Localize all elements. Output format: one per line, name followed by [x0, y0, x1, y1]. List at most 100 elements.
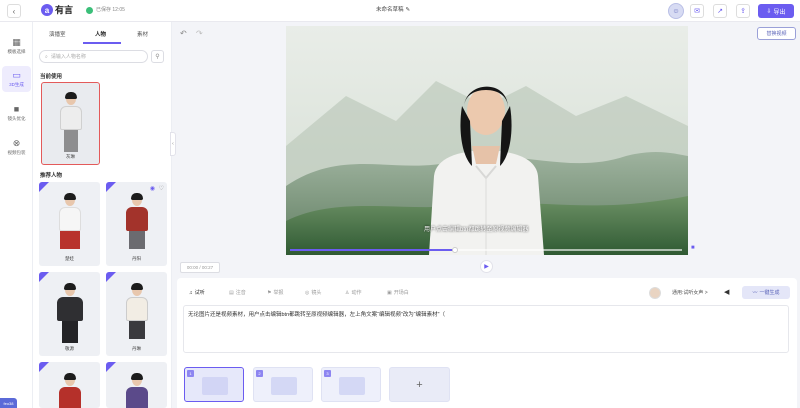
subtitle-text[interactable]: 用户点击编辑btn都跳转至原视频编辑器 [424, 224, 528, 233]
recommend-section-title: 推荐人物 [40, 173, 63, 179]
tool-listen[interactable]: ♫ 试听 [189, 289, 205, 297]
export-button[interactable]: ⇩ 导出 [758, 4, 794, 18]
vip-badge [39, 362, 49, 372]
headphone-icon: ♫ [189, 289, 193, 296]
mail-icon[interactable]: ✉ [690, 4, 704, 18]
saved-check-icon [86, 7, 93, 14]
tool-report[interactable]: ⚑ 举报 [267, 289, 284, 297]
panel-collapse-handle[interactable]: ‹ [170, 132, 176, 156]
timecode: 00:00 / 00:27 [180, 262, 220, 273]
scene-number: 2 [256, 370, 263, 377]
progress-handle[interactable] [451, 247, 458, 253]
rail-item-3d[interactable]: ▭ 3D生成 [2, 66, 31, 92]
vip-badge [106, 362, 116, 372]
generate-button[interactable]: 〰一键生成 [742, 286, 790, 299]
camera-icon[interactable]: ■ [691, 245, 695, 251]
scene-preview-image [339, 377, 365, 395]
person-card[interactable] [39, 362, 100, 408]
tab-underline [83, 42, 121, 44]
rail-label: 3D生成 [9, 81, 24, 87]
progress-fill [290, 249, 455, 251]
camera-icon: ■ [13, 103, 20, 114]
tool-action[interactable]: ♙ 动作 [345, 289, 362, 297]
filter-button[interactable]: ⚲ [151, 50, 164, 63]
rail-label: 模板选择 [7, 48, 26, 54]
draft-title-text: 未命名草稿 [376, 7, 404, 13]
person-card[interactable]: 楚娃 [39, 182, 100, 266]
scene-preview-image [271, 377, 297, 395]
play-icon: ▶ [484, 264, 489, 270]
export-icon: ⇩ [766, 8, 772, 15]
filter-icon: ⚲ [155, 54, 160, 60]
scene-preview-image [202, 377, 228, 395]
play-button[interactable]: ▶ [480, 260, 493, 273]
logo-text: 有言 [55, 5, 74, 15]
user-avatar[interactable]: ☺ [668, 3, 684, 19]
tool-camera[interactable]: ◎ 镜头 [305, 289, 322, 297]
tool-label: 镜头 [311, 290, 322, 296]
rail-item-camera[interactable]: ■ 镜头优化 [2, 100, 31, 126]
favorite-icon[interactable]: ♡ [159, 185, 164, 192]
generate-label: 一键生成 [759, 290, 780, 296]
rail-item-template[interactable]: ▦ 模板选择 [2, 33, 31, 59]
export-label: 导出 [773, 9, 786, 16]
draft-title[interactable]: 未命名草稿 ✎ [376, 6, 410, 15]
search-icon: ⌕ [45, 53, 48, 60]
tab-materials[interactable]: 素材 [137, 30, 148, 38]
video-preview[interactable] [286, 26, 688, 255]
back-button[interactable]: ‹ [7, 4, 21, 18]
scene-thumb-2[interactable]: 2 [253, 367, 313, 402]
vip-badge [106, 272, 116, 282]
save-status: 已保存 12:05 [96, 7, 125, 13]
chevron-left-icon: ‹ [172, 141, 174, 147]
package-icon: ⊗ [12, 137, 21, 148]
redo-icon[interactable]: ↷ [196, 29, 203, 38]
scene-number: 1 [187, 370, 194, 377]
rail-label: 视频包装 [7, 149, 26, 155]
tab-studio[interactable]: 演播室 [49, 30, 66, 38]
wave-icon: 〰 [752, 290, 758, 296]
scene-number: 3 [324, 370, 331, 377]
scene-thumb-3[interactable]: 3 [321, 367, 381, 402]
report-icon: ⚑ [267, 289, 272, 296]
opening-icon: ▣ [387, 289, 392, 296]
upload-icon[interactable]: ⇪ [736, 4, 750, 18]
replace-video-button[interactable]: 替换视频 [757, 27, 796, 40]
preview-eye-icon[interactable]: ◉ [150, 185, 155, 192]
person-card[interactable]: 丹琳 [106, 272, 167, 356]
person-card[interactable]: 敬源 [39, 272, 100, 356]
scene-thumb-1[interactable]: 1 [184, 367, 244, 402]
person-card-current[interactable]: 灰琳 [41, 82, 100, 165]
share-icon[interactable]: ↗ [713, 4, 727, 18]
person-name: 丹阳 [132, 256, 141, 261]
lens-icon: ◎ [305, 289, 310, 296]
person-name: 敬源 [65, 346, 74, 351]
voice-selector[interactable]: 通用:试听女声 > [672, 289, 708, 296]
person-name: 丹琳 [132, 346, 141, 351]
tool-phonetic[interactable]: ▤ 注音 [229, 289, 246, 297]
tool-label: 举报 [273, 290, 284, 296]
rail-item-package[interactable]: ⊗ 视频包装 [2, 134, 31, 160]
grid-icon: ▦ [12, 36, 21, 47]
tool-opening[interactable]: ▣ 开场白 [387, 289, 409, 297]
add-scene-button[interactable]: + [389, 367, 450, 402]
edit-pencil-icon[interactable]: ✎ [406, 6, 411, 15]
person-card[interactable] [106, 362, 167, 408]
script-textarea[interactable]: 无论图片还是视频素材，用户点击编辑btn都跳转至原视频编辑器，左上角文案“编辑视… [183, 305, 789, 353]
vip-badge [106, 182, 116, 192]
app-root: ‹ a 有言 已保存 12:05 未命名草稿 ✎ ☺ ✉ ↗ ⇪ ⇩ 导出 ▦ 模板选… [0, 0, 800, 408]
undo-icon[interactable]: ↶ [180, 29, 187, 38]
action-icon: ♙ [345, 289, 350, 296]
volume-icon[interactable]: ◀ [724, 288, 729, 296]
tab-people[interactable]: 人物 [95, 30, 106, 38]
version-tag: feo38 [0, 398, 17, 408]
person-card[interactable]: ◉ ♡ 丹阳 [106, 182, 167, 266]
tool-label: 注音 [235, 290, 246, 296]
voice-avatar[interactable] [649, 287, 661, 299]
person-search[interactable]: ⌕ 请输入人物名称 [39, 50, 148, 63]
person-name: 楚娃 [65, 256, 74, 261]
person-name: 灰琳 [66, 154, 75, 159]
search-placeholder: 请输入人物名称 [50, 54, 86, 60]
rail-label: 镜头优化 [7, 115, 26, 121]
current-section-title: 当前使用 [40, 74, 63, 80]
